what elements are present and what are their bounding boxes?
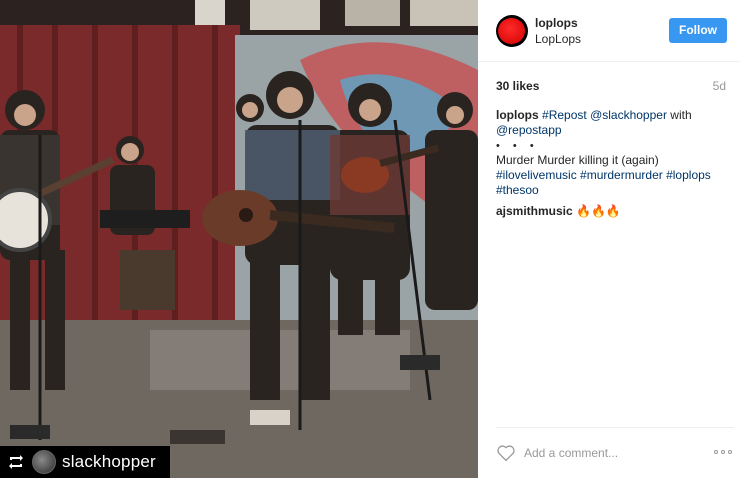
repost-icon — [9, 455, 23, 469]
comment-author[interactable]: ajsmithmusic — [496, 204, 573, 218]
hashtag-ilovelivemusic[interactable]: #ilovelivemusic — [496, 168, 577, 182]
header-username[interactable]: loplops — [535, 16, 578, 30]
caption-with-text: with — [666, 108, 692, 122]
post-details-panel: loplops LopLops Follow 30 likes 5d loplo… — [478, 0, 740, 478]
caption-dots: • • • — [496, 140, 539, 152]
comment-item: ajsmithmusic 🔥🔥🔥 — [496, 204, 726, 219]
likes-row: 30 likes 5d — [496, 79, 726, 93]
hashtag-murdermurder[interactable]: #murdermurder — [580, 168, 663, 182]
caption-author[interactable]: loplops — [496, 108, 539, 122]
caption-text: Murder Murder killing it (again) — [496, 153, 659, 167]
header-location[interactable]: LopLops — [535, 32, 581, 46]
user-avatar[interactable] — [496, 15, 528, 47]
badge-avatar — [32, 450, 56, 474]
hashtag-thesoo[interactable]: #thesoo — [496, 183, 539, 197]
repost-badge[interactable]: slackhopper — [0, 446, 170, 478]
more-options-icon[interactable] — [714, 448, 734, 456]
post-age[interactable]: 5d — [713, 79, 726, 93]
hashtag-loplops[interactable]: #loplops — [666, 168, 711, 182]
badge-username[interactable]: slackhopper — [62, 452, 156, 472]
likes-count[interactable]: 30 likes — [496, 79, 539, 93]
comment-input[interactable] — [524, 444, 694, 462]
comments-list: loplops #Repost @slackhopper with @repos… — [496, 108, 726, 225]
hashtag-repost[interactable]: #Repost — [542, 108, 587, 122]
mention-slackhopper[interactable]: @slackhopper — [590, 108, 667, 122]
heart-outline-icon[interactable] — [496, 444, 516, 462]
follow-button[interactable]: Follow — [669, 18, 727, 43]
comment-text: 🔥🔥🔥 — [576, 204, 621, 218]
post-photo[interactable]: slackhopper — [0, 0, 478, 478]
mention-repostapp[interactable]: @repostapp — [496, 123, 562, 137]
band-performance-image — [0, 0, 478, 478]
caption: loplops #Repost @slackhopper with @repos… — [496, 108, 726, 198]
add-comment-bar — [496, 427, 734, 478]
post-header: loplops LopLops Follow — [478, 0, 740, 62]
